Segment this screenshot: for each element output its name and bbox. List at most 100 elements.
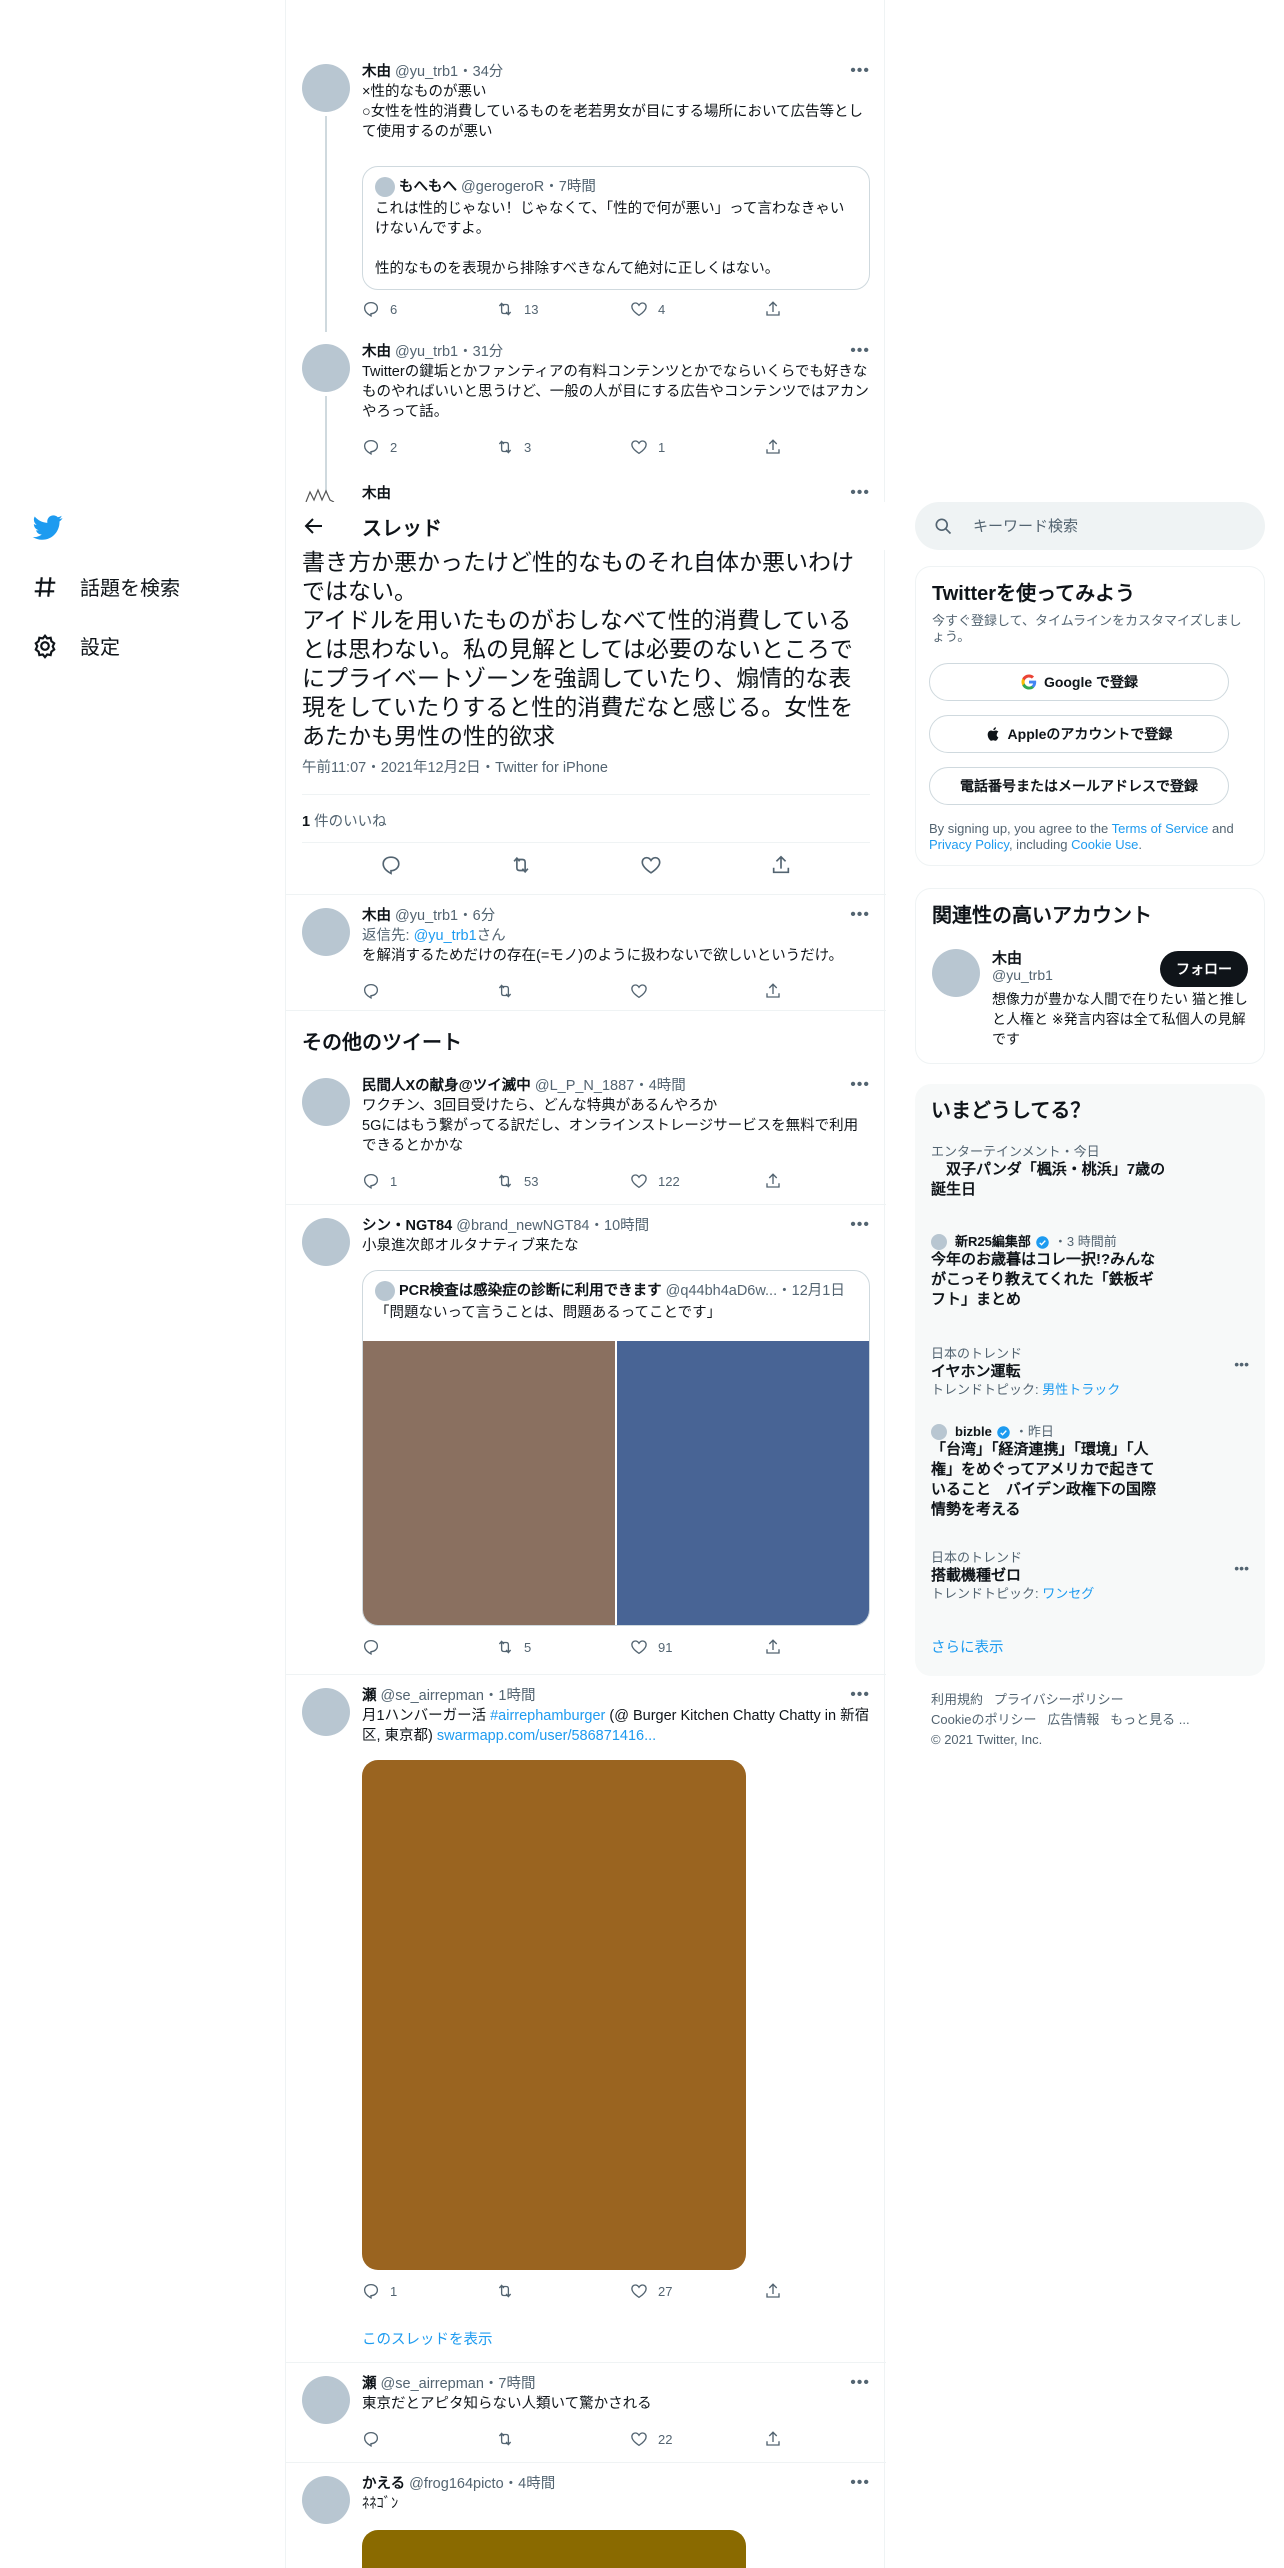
like-button[interactable]: 1 [630,438,764,456]
avatar[interactable] [302,1688,350,1736]
reply-button[interactable] [362,1638,496,1656]
author-handle[interactable]: @yu_trb1 [395,64,458,80]
search-input[interactable] [973,517,1233,535]
url-link[interactable]: swarmapp.com/user/586871416... [437,1728,656,1744]
share-button[interactable] [764,1172,782,1190]
tweet-image[interactable] [362,1760,746,2270]
apple-signup-button[interactable]: Appleのアカウントで登録 [929,715,1229,753]
author-name[interactable]: 木由 [362,64,391,80]
author-handle[interactable]: @se_airrepman [381,2376,484,2392]
related-name[interactable]: 木由 [992,947,1022,968]
footer-more-link[interactable]: もっと見る ... [1110,1712,1189,1727]
retweet-button[interactable]: 5 [496,1638,630,1656]
author-name[interactable]: 木由 [362,344,391,360]
phone-email-signup-button[interactable]: 電話番号またはメールアドレスで登録 [929,767,1229,805]
author-name[interactable]: 民間人Xの献身@ツイ滅中 [362,1078,531,1094]
heart-icon[interactable] [640,854,662,876]
avatar[interactable] [302,344,350,392]
likes-summary[interactable]: 1 件のいいね [302,810,387,831]
back-arrow-icon[interactable] [302,514,326,538]
reply-button[interactable]: 6 [362,300,496,318]
author-name[interactable]: 木由 [362,908,391,924]
more-options-icon[interactable]: ••• [1234,1560,1249,1576]
quote-image[interactable] [617,1341,869,1625]
like-button[interactable]: 122 [630,1172,764,1190]
trend-item[interactable]: 新R25編集部 ・3 時間前 今年のお歳暮はコレ一択!?みんながこっそり教えてくれ… [931,1234,1249,1310]
author-name[interactable]: かえる [362,2476,405,2492]
share-button[interactable] [764,438,782,456]
more-options-icon[interactable]: ••• [850,2474,870,2492]
avatar[interactable] [302,486,350,502]
author-name[interactable]: 瀬 [362,1688,377,1704]
retweet-icon[interactable] [510,854,532,876]
avatar[interactable] [302,1218,350,1266]
quoted-tweet[interactable]: もへもへ @gerogeroR・7時間 これは性的じゃない！じゃなくて、「性的で… [362,166,870,290]
more-options-icon[interactable]: ••• [850,342,870,360]
timestamp[interactable]: ・4時間 [504,2476,556,2492]
avatar[interactable] [302,1078,350,1126]
footer-ads-link[interactable]: 広告情報 [1047,1712,1099,1727]
related-handle[interactable]: @yu_trb1 [992,967,1053,983]
trend-item[interactable]: 日本のトレンド イヤホン運転 トレンドトピック: 男性トラック ••• [931,1346,1249,1398]
more-options-icon[interactable]: ••• [850,1686,870,1704]
more-options-icon[interactable]: ••• [850,1076,870,1094]
quoted-tweet[interactable]: PCR検査は感染症の診断に利用できます @q44bh4aD6w...・12月1日… [362,1270,870,1626]
reply-button[interactable]: 1 [362,2282,496,2300]
focused-tweet[interactable]: 書き方か悪かったけど性的なものそれ自体か悪いわけではない。 アイドルを用いたもの… [286,550,886,880]
avatar[interactable] [302,908,350,956]
author-name[interactable]: 瀬 [362,2376,377,2392]
google-signup-button[interactable]: Google で登録 [929,663,1229,701]
trend-item[interactable]: 日本のトレンド 搭載機種ゼロ トレンドトピック: ワンセグ ••• [931,1550,1249,1602]
share-button[interactable] [764,2430,782,2448]
footer-privacy-link[interactable]: プライバシーポリシー [994,1692,1124,1707]
like-button[interactable]: 27 [630,2282,764,2300]
more-options-icon[interactable]: ••• [850,906,870,924]
trend-topic-link[interactable]: ワンセグ [1042,1586,1094,1601]
reply-button[interactable] [362,2430,496,2448]
reply-button[interactable]: 2 [362,438,496,456]
retweet-button[interactable]: 3 [496,438,630,456]
more-options-icon[interactable]: ••• [1234,1356,1249,1372]
reply-button[interactable] [362,982,496,1000]
retweet-button[interactable]: 53 [496,1172,630,1190]
timestamp[interactable]: ・6分 [458,908,495,924]
like-button[interactable] [630,982,764,1000]
footer-terms-link[interactable]: 利用規約 [931,1692,983,1707]
avatar[interactable] [302,2476,350,2524]
search-box[interactable] [915,502,1265,550]
tweet-meta[interactable]: 午前11:07・2021年12月2日・Twitter for iPhone [302,756,608,777]
reply-icon[interactable] [380,854,402,876]
follow-button[interactable]: フォロー [1160,951,1248,987]
author-handle[interactable]: @L_P_N_1887 [535,1078,634,1094]
terms-link[interactable]: Terms of Service [1112,821,1209,836]
share-icon[interactable] [770,854,792,876]
author-handle[interactable]: @brand_newNGT84 [456,1218,589,1234]
like-button[interactable]: 4 [630,300,764,318]
author-handle[interactable]: @frog164picto [409,2476,504,2492]
more-options-icon[interactable]: ••• [850,62,870,80]
more-options-icon[interactable]: ••• [850,484,870,502]
footer-cookie-link[interactable]: Cookieのポリシー [931,1712,1036,1727]
cookie-link[interactable]: Cookie Use [1071,837,1138,852]
share-button[interactable] [764,1638,782,1656]
timestamp[interactable]: ・10時間 [590,1218,650,1234]
avatar[interactable] [302,64,350,112]
reply-to-link[interactable]: @yu_trb1 [414,928,477,944]
share-button[interactable] [764,300,782,318]
show-more-link[interactable]: さらに表示 [931,1636,1004,1657]
author-handle[interactable]: @se_airrepman [381,1688,484,1704]
author-handle[interactable]: @yu_trb1 [395,908,458,924]
share-button[interactable] [764,982,782,1000]
more-options-icon[interactable]: ••• [850,1216,870,1234]
nav-settings[interactable]: 設定 [32,631,120,660]
avatar[interactable] [932,949,980,997]
author-name[interactable]: シン・NGT84 [362,1218,452,1234]
hashtag-link[interactable]: #airrephamburger [490,1708,605,1724]
show-thread-link[interactable]: このスレッドを表示 [362,2328,493,2349]
trend-item[interactable]: bizble ・昨日 「台湾」「経済連携」「環境」「人権」をめぐってアメリカで起き… [931,1424,1249,1520]
timestamp[interactable]: ・31分 [458,344,503,360]
author-name[interactable]: 木由 [362,486,391,502]
retweet-button[interactable] [496,2282,630,2300]
trend-item[interactable]: エンターテインメント・今日 双子パンダ「楓浜・桃浜」7歳の誕生日 [931,1144,1249,1200]
quote-image[interactable] [363,1341,615,1625]
